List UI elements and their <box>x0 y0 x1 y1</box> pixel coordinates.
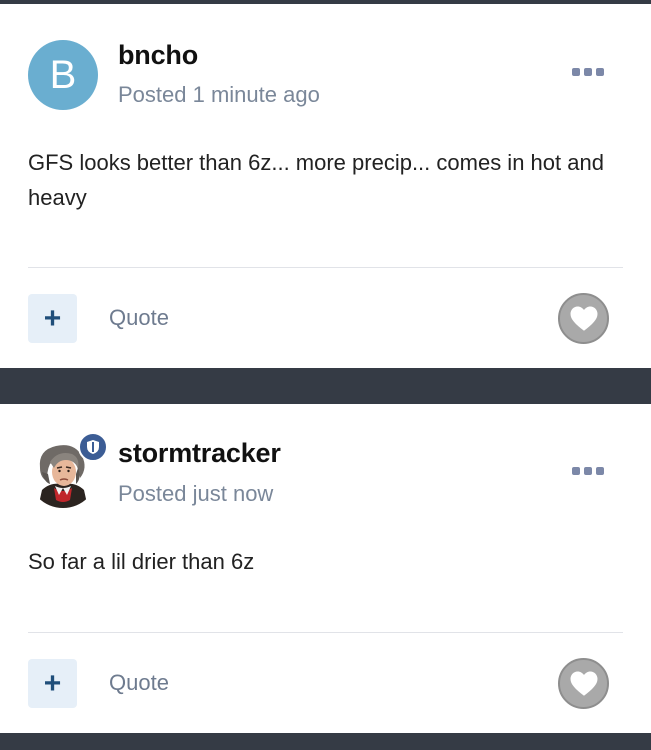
like-button[interactable] <box>558 658 609 709</box>
more-dot-icon <box>584 467 592 475</box>
post-content: So far a lil drier than 6z <box>28 549 255 574</box>
avatar-letter: B <box>49 52 77 97</box>
multiquote-plus-button[interactable]: + <box>28 659 77 708</box>
post-card: B bncho Posted 1 minute ago GFS looks be… <box>0 4 651 368</box>
more-options-button[interactable] <box>572 463 604 479</box>
divider <box>28 267 623 268</box>
avatar[interactable] <box>28 432 108 508</box>
more-dot-icon <box>584 68 592 76</box>
more-dot-icon <box>572 467 580 475</box>
post-content: GFS looks better than 6z... more precip.… <box>28 150 604 210</box>
heart-icon <box>570 671 597 696</box>
post-card: stormtracker Posted just now So far a li… <box>0 404 651 733</box>
plus-icon: + <box>43 301 62 335</box>
plus-icon: + <box>43 666 62 700</box>
quote-button[interactable]: Quote <box>109 670 169 696</box>
author-name[interactable]: bncho <box>118 40 198 71</box>
more-dot-icon <box>596 467 604 475</box>
post-timestamp[interactable]: Posted just now <box>118 481 273 507</box>
post-timestamp[interactable]: Posted 1 minute ago <box>118 82 320 108</box>
divider <box>28 632 623 633</box>
multiquote-plus-button[interactable]: + <box>28 294 77 343</box>
more-dot-icon <box>596 68 604 76</box>
moderator-shield-icon <box>87 440 99 454</box>
moderator-badge <box>78 432 108 462</box>
heart-icon <box>570 306 597 331</box>
quote-button[interactable]: Quote <box>109 305 169 331</box>
avatar[interactable]: B <box>28 40 98 110</box>
more-options-button[interactable] <box>572 64 604 80</box>
like-button[interactable] <box>558 293 609 344</box>
author-name[interactable]: stormtracker <box>118 438 281 469</box>
more-dot-icon <box>572 68 580 76</box>
